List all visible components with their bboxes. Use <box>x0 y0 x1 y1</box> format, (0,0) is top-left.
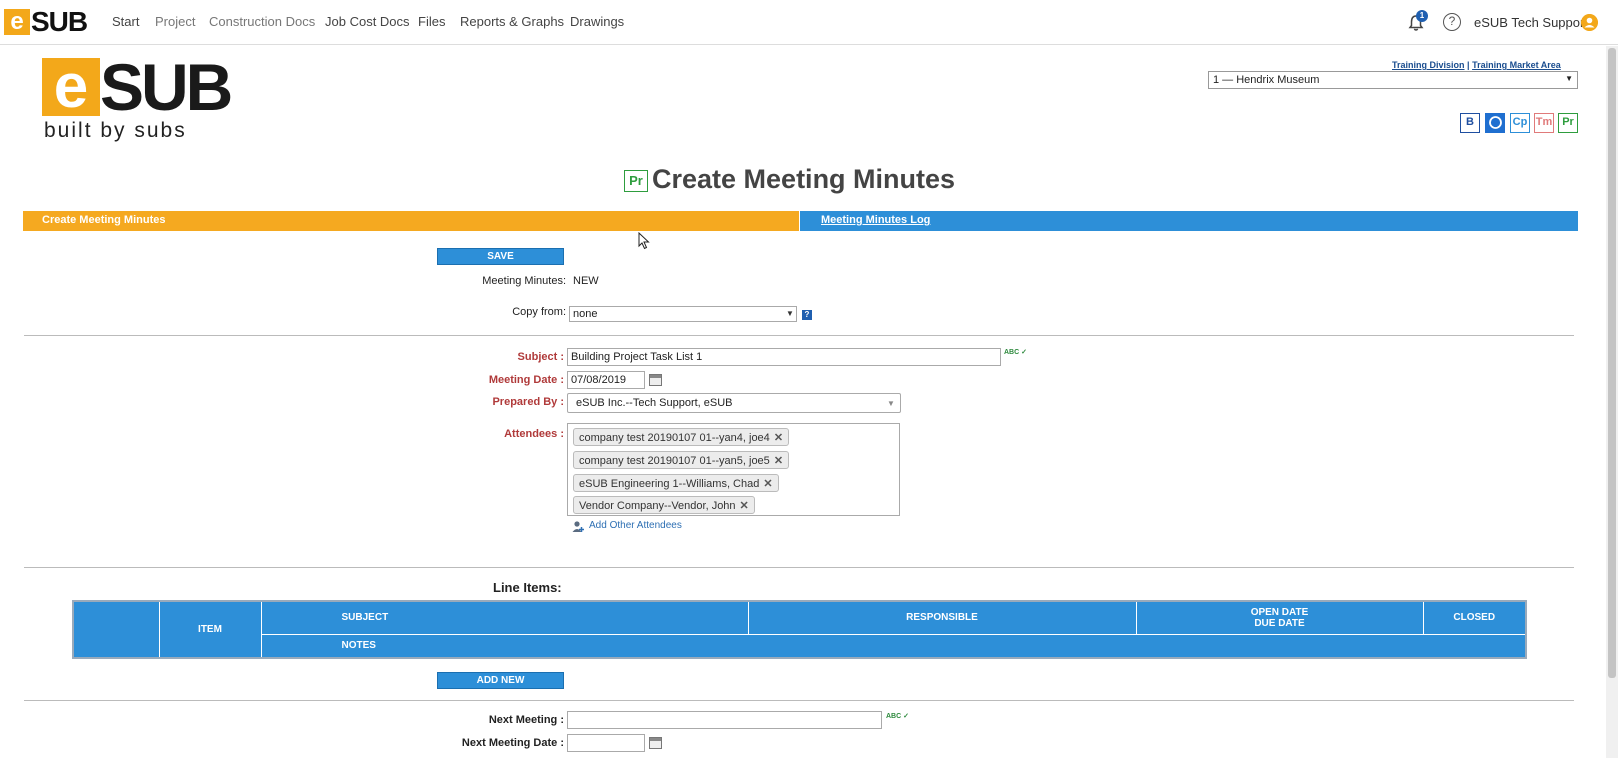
project-select[interactable]: 1 — Hendrix Museum ▼ <box>1208 71 1578 89</box>
remove-attendee-icon[interactable]: ✕ <box>763 478 772 490</box>
nav-item-construction-docs[interactable]: Construction Docs <box>209 14 315 29</box>
meeting-minutes-icon: Pr <box>624 170 648 192</box>
add-new-button[interactable]: ADD NEW <box>437 672 564 689</box>
tab-create-meeting-minutes[interactable]: Create Meeting Minutes <box>23 211 799 231</box>
add-other-attendees-link[interactable]: Add Other Attendees <box>589 520 682 531</box>
module-button-b[interactable]: B <box>1460 113 1480 133</box>
save-button[interactable]: SAVE <box>437 248 564 265</box>
subject-value: Building Project Task List 1 <box>571 351 703 363</box>
nav-item-project[interactable]: Project <box>155 14 195 29</box>
table-header-subject: SUBJECT <box>260 600 749 635</box>
spellcheck-icon-label: ABC <box>886 713 902 720</box>
nav-logo[interactable]: e SUB <box>4 6 88 37</box>
user-name[interactable]: eSUB Tech Support <box>1474 15 1588 30</box>
divider <box>24 567 1574 568</box>
tab-meeting-minutes-log[interactable]: Meeting Minutes Log <box>800 211 1578 231</box>
meeting-date-value: 07/08/2019 <box>571 374 627 386</box>
meeting-date-input[interactable]: 07/08/2019 <box>567 371 645 389</box>
nav-item-drawings[interactable]: Drawings <box>570 14 624 29</box>
page-title: Create Meeting Minutes <box>652 164 956 194</box>
calendar-icon[interactable] <box>649 737 662 749</box>
next-meeting-input[interactable] <box>567 711 882 729</box>
copy-from-value: none <box>573 308 598 320</box>
division-links: Training Division | Training Market Area <box>1392 60 1561 70</box>
next-meeting-date-label: Next Meeting Date : <box>461 737 564 749</box>
chevron-down-icon: ▼ <box>887 399 895 408</box>
spellcheck-icon[interactable]: ABC ✓ <box>886 712 909 720</box>
table-header-item: ITEM <box>158 600 262 659</box>
line-items-table: ITEM SUBJECT RESPONSIBLE OPEN DATE DUE D… <box>72 600 1527 659</box>
attendee-name: Vendor Company--Vendor, John <box>579 500 736 512</box>
spellcheck-icon-label: ABC <box>1004 349 1020 356</box>
next-meeting-date-input[interactable] <box>567 734 645 752</box>
meeting-minutes-value: NEW <box>573 275 599 287</box>
attendee-name: company test 20190107 01--yan5, joe5 <box>579 455 770 467</box>
chevron-down-icon: ▼ <box>786 309 794 318</box>
circle-icon <box>1488 116 1502 129</box>
user-avatar-icon[interactable] <box>1581 14 1598 31</box>
copy-from-select[interactable]: none <box>569 306 797 322</box>
division-link[interactable]: Training Division <box>1392 60 1465 70</box>
module-button-pr[interactable]: Pr <box>1558 113 1578 133</box>
attendees-box[interactable]: company test 20190107 01--yan4, joe4 ✕ co… <box>567 423 900 516</box>
divider <box>24 335 1574 336</box>
attendee-chip: company test 20190107 01--yan4, joe4 ✕ <box>573 428 790 446</box>
brand-tagline: built by subs <box>44 119 187 142</box>
notification-badge: 1 <box>1416 10 1428 22</box>
chevron-down-icon: ▼ <box>1565 74 1573 83</box>
attendee-name: eSUB Engineering 1--Williams, Chad <box>579 478 760 490</box>
meeting-minutes-label: Meeting Minutes: <box>482 275 566 287</box>
add-user-icon[interactable] <box>572 520 585 533</box>
copy-from-label: Copy from: <box>512 306 566 318</box>
nav-item-job-cost-docs[interactable]: Job Cost Docs <box>325 14 410 29</box>
remove-attendee-icon[interactable]: ✕ <box>774 455 783 467</box>
attendee-chip: company test 20190107 01--yan5, joe5 ✕ <box>573 451 790 469</box>
prepared-by-select[interactable]: eSUB Inc.--Tech Support, eSUB <box>567 393 901 413</box>
division-separator: | <box>1467 60 1470 70</box>
brand-logo-text: SUB <box>100 50 233 124</box>
table-header-responsible: RESPONSIBLE <box>747 600 1137 635</box>
help-icon[interactable]: ? <box>1443 13 1461 31</box>
module-button-cp[interactable]: Cp <box>1510 113 1530 133</box>
table-header-open-due-date: OPEN DATE DUE DATE <box>1135 600 1424 635</box>
nav-logo-text: SUB <box>31 6 88 37</box>
mouse-cursor-icon <box>638 232 650 250</box>
attendee-name: company test 20190107 01--yan4, joe4 <box>579 432 770 444</box>
remove-attendee-icon[interactable]: ✕ <box>774 432 783 444</box>
divider <box>24 700 1574 701</box>
project-select-value: 1 — Hendrix Museum <box>1213 74 1320 86</box>
prepared-by-value: eSUB Inc.--Tech Support, eSUB <box>576 397 733 409</box>
scrollbar-track[interactable] <box>1606 46 1618 758</box>
scrollbar-thumb[interactable] <box>1608 48 1616 678</box>
table-header-blank <box>72 600 160 659</box>
prepared-by-label: Prepared By : <box>492 396 564 408</box>
attendee-chip: eSUB Engineering 1--Williams, Chad ✕ <box>573 474 779 492</box>
subject-input[interactable]: Building Project Task List 1 <box>567 348 1001 366</box>
brand-logo: e SUB built by subs <box>42 52 257 144</box>
next-meeting-label: Next Meeting : <box>488 714 564 726</box>
nav-item-start[interactable]: Start <box>112 14 139 29</box>
nav-item-files[interactable]: Files <box>418 14 445 29</box>
table-header-closed: CLOSED <box>1422 600 1527 635</box>
module-button-tm[interactable]: Tm <box>1534 113 1554 133</box>
brand-logo-letter: e <box>42 56 100 118</box>
attendee-chip: Vendor Company--Vendor, John ✕ <box>573 496 755 514</box>
module-button-circle[interactable] <box>1485 113 1505 133</box>
market-area-link[interactable]: Training Market Area <box>1472 60 1561 70</box>
nav-item-reports-graphs[interactable]: Reports & Graphs <box>460 14 564 29</box>
table-header-due-date: DUE DATE <box>1254 617 1305 629</box>
top-nav: e SUB Start Project Construction Docs Jo… <box>0 0 1618 45</box>
table-header-open-date: OPEN DATE <box>1250 606 1309 618</box>
attendees-label: Attendees : <box>504 428 564 440</box>
remove-attendee-icon[interactable]: ✕ <box>740 500 749 512</box>
nav-logo-letter: e <box>4 9 30 35</box>
spellcheck-icon[interactable]: ABC ✓ <box>1004 348 1027 356</box>
table-header-notes: NOTES <box>260 633 1527 659</box>
subject-label: Subject : <box>517 351 564 363</box>
calendar-icon[interactable] <box>649 374 662 386</box>
line-items-title: Line Items: <box>493 580 562 595</box>
copy-from-help-icon[interactable]: ? <box>802 310 812 320</box>
meeting-date-label: Meeting Date : <box>488 374 564 386</box>
